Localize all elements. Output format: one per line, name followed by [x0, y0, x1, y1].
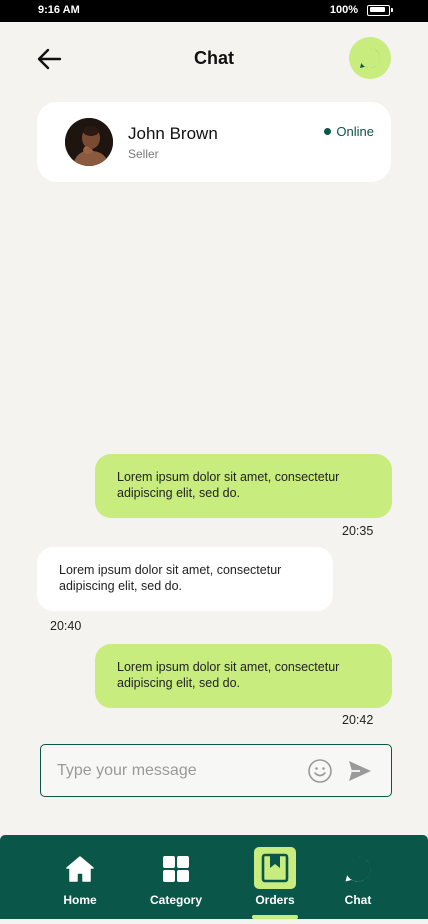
message-composer: [40, 744, 392, 797]
message-bubble-sent[interactable]: Lorem ipsum dolor sit amet, consectetur …: [95, 454, 392, 518]
message-time: 20:40: [50, 619, 82, 633]
nav-label: Chat: [344, 893, 372, 907]
nav-label: Home: [63, 893, 97, 907]
message-input[interactable]: [57, 745, 297, 796]
contact-name: John Brown: [128, 124, 218, 143]
active-indicator: [252, 915, 298, 919]
nav-label: Orders: [255, 893, 295, 907]
nav-item-home[interactable]: Home: [45, 835, 115, 919]
status-time: 9:16 AM: [38, 4, 80, 16]
grid-icon: [160, 853, 192, 885]
bookmark-icon: [254, 847, 296, 889]
battery-icon: [367, 4, 393, 16]
online-status: Online: [324, 124, 374, 139]
message-bubble-sent[interactable]: Lorem ipsum dolor sit amet, consectetur …: [95, 644, 392, 708]
message-text: Lorem ipsum dolor sit amet, consectetur …: [117, 660, 340, 690]
status-right: 100%: [329, 4, 393, 16]
header: Chat: [0, 22, 428, 97]
chat-bubble-icon: [360, 48, 380, 69]
bottom-nav: Home Category Orders Chat: [0, 835, 428, 919]
emoji-button[interactable]: [307, 758, 333, 784]
online-status-label: Online: [336, 124, 374, 139]
send-icon: [349, 761, 371, 781]
contact-role: Seller: [128, 147, 159, 161]
message-time: 20:42: [342, 713, 374, 727]
nav-label: Category: [149, 893, 202, 907]
avatar: [65, 118, 113, 166]
message-bubble-received[interactable]: Lorem ipsum dolor sit amet, consectetur …: [37, 547, 333, 611]
chat-bubble-icon: [342, 853, 374, 885]
contact-card[interactable]: John Brown Seller Online: [37, 102, 391, 182]
chat-action-button[interactable]: [349, 37, 391, 79]
nav-item-category[interactable]: Category: [141, 835, 211, 919]
message-time: 20:35: [342, 524, 374, 538]
send-button[interactable]: [347, 759, 373, 783]
status-bar: 9:16 AM 100%: [0, 0, 428, 22]
message-text: Lorem ipsum dolor sit amet, consectetur …: [59, 563, 282, 593]
battery-percent: 100%: [329, 4, 358, 16]
status-dot-icon: [324, 128, 332, 135]
home-icon: [64, 853, 96, 885]
message-text: Lorem ipsum dolor sit amet, consectetur …: [117, 470, 340, 500]
smiley-icon: [308, 759, 332, 783]
nav-item-orders[interactable]: Orders: [240, 835, 310, 919]
nav-item-chat[interactable]: Chat: [323, 835, 393, 919]
